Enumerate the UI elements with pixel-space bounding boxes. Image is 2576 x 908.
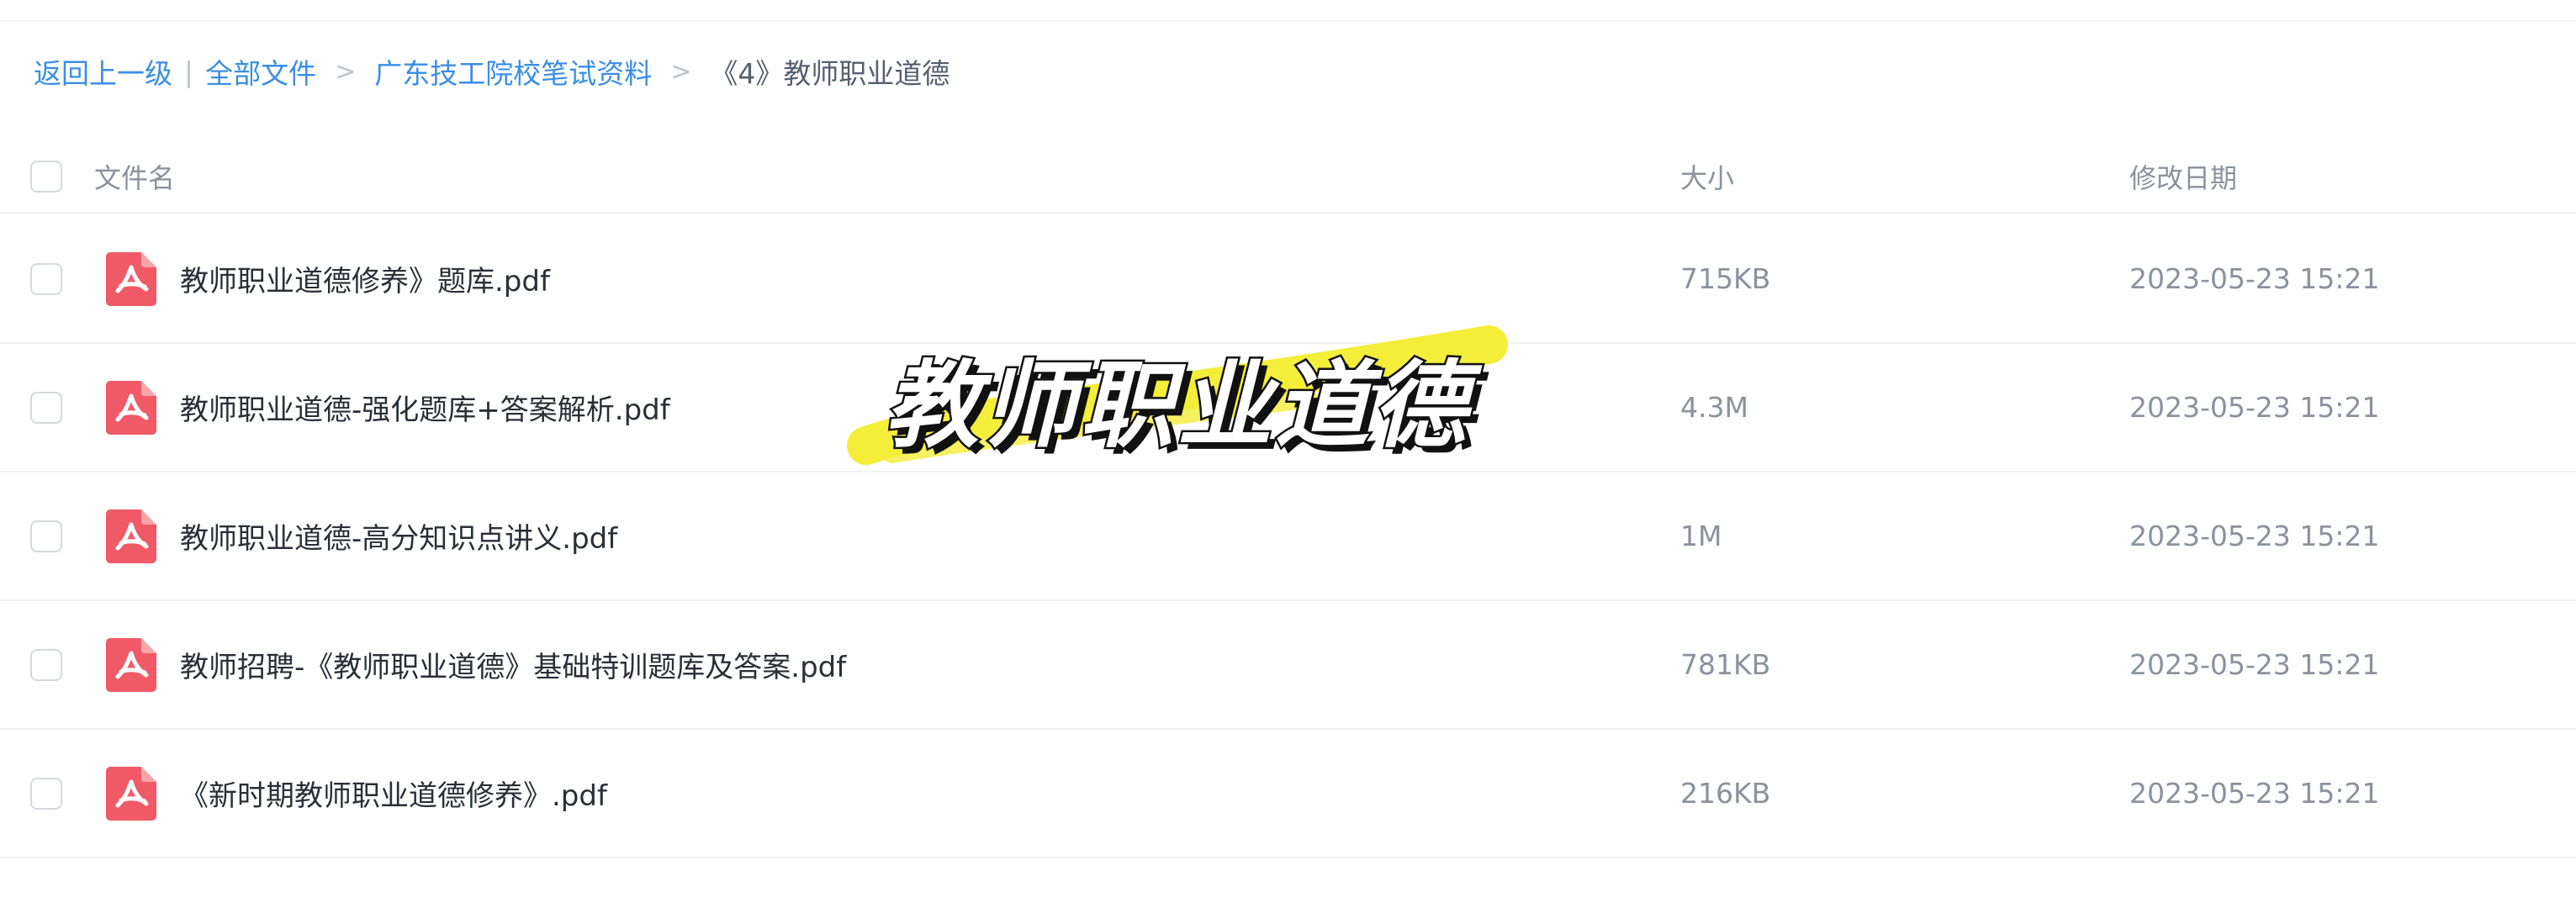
file-name[interactable]: 教师职业道德修养》题库.pdf [180,215,550,342]
column-header-modified[interactable]: 修改日期 [2129,157,2237,196]
file-modified-date: 2023-05-23 15:21 [2129,648,2380,681]
title-overlay: 教师职业道德 [841,319,1514,479]
select-all-checkbox[interactable] [30,161,62,193]
pdf-icon [106,380,156,435]
file-modified-date: 2023-05-23 15:21 [2129,262,2380,295]
file-modified-date: 2023-05-23 15:21 [2129,391,2380,424]
overlay-title: 教师职业道德 [883,350,1470,463]
file-name[interactable]: 教师招聘-《教师职业道德》基础特训题库及答案.pdf [180,601,846,728]
file-name[interactable]: 教师职业道德-强化题库+答案解析.pdf [180,344,670,471]
row-checkbox[interactable] [30,262,62,295]
file-name[interactable]: 教师职业道德-高分知识点讲义.pdf [180,472,617,599]
breadcrumb: 返回上一级 | 全部文件 > 广东技工院校笔试资料 > 《4》教师职业道德 [34,49,949,94]
top-divider [0,20,2576,22]
pdf-icon [106,766,156,821]
row-checkbox[interactable] [30,648,62,681]
file-size: 715KB [1680,262,1771,295]
pdf-icon [106,251,156,306]
breadcrumb-pipe: | [184,55,194,88]
file-browser-page: 返回上一级 | 全部文件 > 广东技工院校笔试资料 > 《4》教师职业道德 文件… [0,0,2576,908]
file-size: 216KB [1680,777,1771,810]
breadcrumb-separator: > [335,56,357,87]
back-link[interactable]: 返回上一级 [34,51,172,92]
column-header-size[interactable]: 大小 [1680,157,1734,196]
file-size: 781KB [1680,648,1771,681]
file-modified-date: 2023-05-23 15:21 [2129,520,2380,552]
row-checkbox[interactable] [30,777,62,810]
table-header: 文件名 大小 修改日期 [0,141,2576,214]
breadcrumb-separator: > [670,56,692,87]
table-row[interactable]: 《新时期教师职业道德修养》.pdf 216KB 2023-05-23 15:21 [0,730,2576,858]
pdf-icon [106,637,156,692]
row-checkbox[interactable] [30,520,62,552]
file-size: 4.3M [1680,391,1748,424]
file-name[interactable]: 《新时期教师职业道德修养》.pdf [180,730,607,857]
pdf-icon [106,509,156,563]
file-modified-date: 2023-05-23 15:21 [2129,777,2380,810]
breadcrumb-folder[interactable]: 广东技工院校笔试资料 [374,51,652,92]
table-row[interactable]: 教师招聘-《教师职业道德》基础特训题库及答案.pdf 781KB 2023-05… [0,601,2576,730]
row-checkbox[interactable] [30,391,62,424]
file-size: 1M [1680,520,1722,552]
table-row[interactable]: 教师职业道德-高分知识点讲义.pdf 1M 2023-05-23 15:21 [0,472,2576,601]
column-header-name[interactable]: 文件名 [94,157,175,196]
breadcrumb-current: 《4》教师职业道德 [710,57,950,90]
breadcrumb-all-files[interactable]: 全部文件 [205,51,316,92]
